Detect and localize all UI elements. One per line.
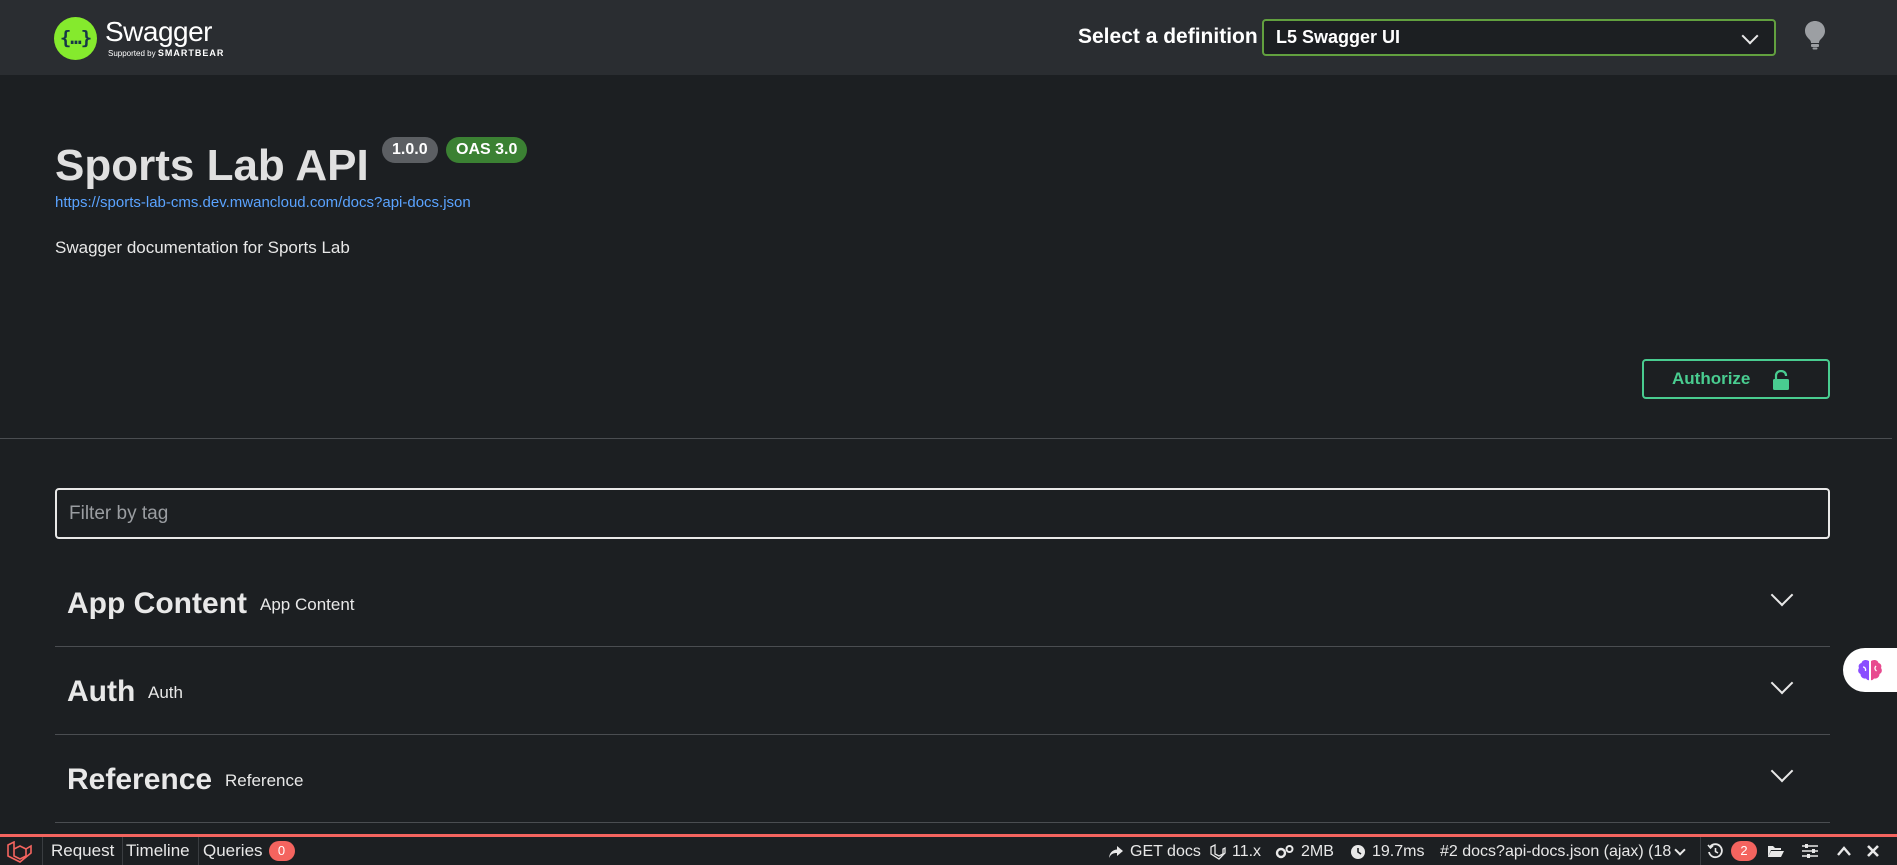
section-divider [0, 438, 1892, 439]
tag-description: App Content [260, 595, 355, 614]
debug-tab-label: Request [51, 841, 115, 860]
history-icon [1707, 843, 1723, 859]
authorize-button[interactable]: Authorize [1642, 359, 1830, 399]
cogs-icon [1275, 845, 1294, 859]
tag-name: Reference [67, 763, 213, 796]
api-docs-link[interactable]: https://sports-lab-cms.dev.mwancloud.com… [55, 194, 471, 211]
debug-tab-timeline[interactable]: Timeline [118, 837, 199, 865]
tag-name: App Content [67, 587, 247, 620]
version-badge: 1.0.0 [382, 137, 438, 163]
api-description: Swagger documentation for Sports Lab [55, 238, 350, 257]
history-count-badge: 2 [1731, 841, 1757, 861]
top-bar: {…} Swagger Supported by SMARTBEAR Selec… [0, 0, 1897, 75]
authorize-label: Authorize [1672, 369, 1751, 388]
logo-text: Swagger Supported by SMARTBEAR [105, 15, 224, 60]
chevron-down-icon[interactable] [1770, 671, 1794, 695]
tag-section-app-content[interactable]: App Content App Content [55, 559, 1830, 647]
chevron-up-icon[interactable] [1836, 845, 1852, 857]
settings-sliders-icon[interactable] [1801, 843, 1819, 859]
lightbulb-icon[interactable] [1804, 20, 1826, 50]
close-icon[interactable] [1866, 844, 1880, 858]
tag-section-reference[interactable]: Reference Reference [55, 735, 1830, 823]
chevron-down-icon[interactable] [1770, 583, 1794, 607]
logo-subtitle: Supported by SMARTBEAR [108, 47, 224, 60]
logo-title: Swagger [105, 15, 213, 47]
swagger-page: {…} Swagger Supported by SMARTBEAR Selec… [0, 0, 1897, 865]
laravel-icon [1210, 844, 1226, 860]
unlock-icon [1773, 370, 1789, 390]
logo-sub-brand: SMARTBEAR [157, 47, 225, 58]
debug-version-label: 11.x [1232, 843, 1262, 860]
laravel-debugbar: Request Timeline Queries 0 GET docs 11.x… [0, 834, 1897, 865]
clock-icon [1351, 845, 1365, 859]
debug-tab-queries[interactable]: Queries 0 [195, 837, 303, 865]
swagger-logo[interactable]: {…} Swagger Supported by SMARTBEAR [54, 14, 224, 62]
debug-tab-label: Queries [203, 841, 263, 860]
debug-memory-label: 2MB [1301, 843, 1334, 860]
oas-badge: OAS 3.0 [446, 137, 528, 163]
chevron-down-icon [1741, 27, 1759, 45]
share-icon [1109, 846, 1123, 858]
queries-count-badge: 0 [268, 841, 295, 861]
laravel-logo-icon[interactable] [6, 841, 32, 863]
folder-open-icon[interactable] [1767, 844, 1785, 858]
debug-ajax-label: #2 docs?api-docs.json (ajax) (18 [1440, 843, 1672, 860]
debug-history[interactable]: 2 [1700, 837, 1757, 865]
debug-laravel-version[interactable]: 11.x [1210, 841, 1261, 863]
filter-by-tag-input[interactable] [55, 488, 1830, 539]
debug-route[interactable]: GET docs [1108, 841, 1201, 863]
debug-time[interactable]: 19.7ms [1350, 841, 1424, 863]
api-title: Sports Lab API [55, 141, 369, 190]
tag-description: Reference [225, 771, 304, 790]
debug-time-label: 19.7ms [1372, 843, 1425, 860]
debug-ajax-select[interactable]: #2 docs?api-docs.json (ajax) (18 [1440, 841, 1690, 863]
tag-name: Auth [67, 675, 136, 708]
assistant-widget-button[interactable] [1843, 648, 1897, 692]
tag-section-auth[interactable]: Auth Auth [55, 647, 1830, 735]
logo-sub-prefix: Supported by [108, 48, 156, 58]
api-info: Sports Lab API 1.0.0 OAS 3.0 https://spo… [0, 75, 1897, 439]
debug-memory[interactable]: 2MB [1275, 841, 1334, 863]
definition-selected-value: L5 Swagger UI [1276, 27, 1401, 47]
tag-description: Auth [148, 683, 183, 702]
debug-tab-label: Timeline [126, 841, 190, 860]
swagger-logo-icon: {…} [54, 16, 97, 60]
brain-icon [1858, 659, 1882, 681]
chevron-down-icon[interactable] [1770, 759, 1794, 783]
debug-tab-request[interactable]: Request [42, 837, 124, 865]
definition-label: Select a definition [1078, 25, 1258, 48]
debug-route-label: GET docs [1130, 843, 1201, 860]
definition-select[interactable]: L5 Swagger UI [1262, 19, 1776, 56]
